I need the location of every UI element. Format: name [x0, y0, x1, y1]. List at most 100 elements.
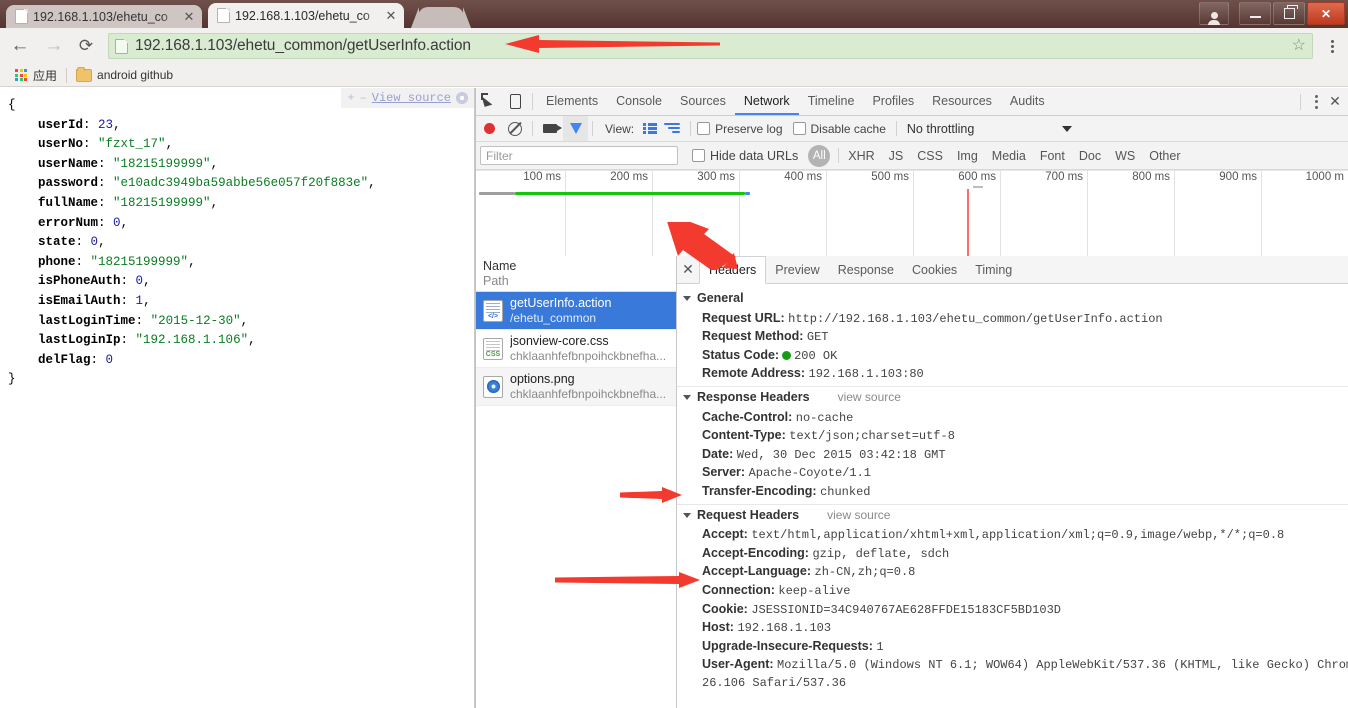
header-row: Status Code: 200 OK: [677, 347, 1348, 366]
bookmark-android-github[interactable]: android github: [69, 66, 180, 85]
bookmark-star-icon[interactable]: ☆: [1292, 38, 1306, 54]
filter-type-css[interactable]: CSS: [910, 149, 950, 163]
device-toolbar-icon[interactable]: [502, 88, 528, 115]
filter-type-all[interactable]: All: [808, 144, 831, 167]
details-tab-response[interactable]: Response: [829, 256, 903, 283]
tab-network[interactable]: Network: [734, 88, 799, 115]
filter-type-other[interactable]: Other: [1142, 149, 1187, 163]
json-line: delFlag: 0: [38, 352, 114, 367]
bookmark-apps[interactable]: 应用: [8, 66, 64, 85]
disable-cache-checkbox[interactable]: Disable cache: [792, 122, 886, 136]
filter-type-js[interactable]: JS: [882, 149, 911, 163]
request-list-header[interactable]: Name Path: [476, 256, 676, 292]
new-tab-button[interactable]: [411, 7, 471, 28]
browser-tab-2[interactable]: 192.168.1.103/ehetu_co ✕: [208, 3, 404, 28]
waterfall-view-icon[interactable]: [660, 123, 684, 134]
details-tab-timing[interactable]: Timing: [966, 256, 1021, 283]
user-profile-button[interactable]: [1199, 2, 1229, 25]
headers-section: Response Headers view source Cache-Control…: [677, 385, 1348, 504]
reload-icon[interactable]: ⟳: [72, 32, 100, 60]
section-toggle[interactable]: General: [677, 288, 1348, 310]
timeline-tick-label: 700 ms: [1045, 171, 1083, 183]
devtools-close-icon[interactable]: ✕: [1325, 93, 1345, 110]
details-tab-cookies[interactable]: Cookies: [903, 256, 966, 283]
view-source-link[interactable]: View source: [372, 91, 451, 105]
throttling-dropdown[interactable]: No throttling: [901, 119, 1078, 138]
json-value: 0: [90, 235, 99, 250]
request-row-getuserinfo[interactable]: </> getUserInfo.action /ehetu_common: [476, 292, 676, 330]
forward-icon[interactable]: →: [40, 32, 68, 60]
json-line: phone: "18215199999",: [38, 254, 196, 269]
back-icon[interactable]: ←: [6, 32, 34, 60]
json-line: isPhoneAuth: 0,: [38, 274, 151, 289]
request-row-jsonview-core[interactable]: CSS jsonview-core.css chklaanhfefbnpoihc…: [476, 330, 676, 368]
header-row: Content-Type: text/json;charset=utf-8: [677, 427, 1348, 446]
address-bar[interactable]: 192.168.1.103/ehetu_common/getUserInfo.a…: [108, 33, 1313, 59]
request-path: chklaanhfefbnpoihckbnefha...: [510, 386, 667, 401]
devtools-menu-icon[interactable]: [1307, 94, 1325, 109]
details-tab-preview[interactable]: Preview: [766, 256, 828, 283]
filter-type-ws[interactable]: WS: [1108, 149, 1142, 163]
network-overview-timeline[interactable]: 100 ms 200 ms 300 ms 400 ms 500 ms 600 ms 700 …: [476, 170, 1348, 259]
column-name: Name: [483, 259, 517, 273]
record-button[interactable]: [476, 123, 502, 134]
clear-button[interactable]: [502, 121, 528, 136]
page-info-icon[interactable]: [115, 38, 128, 54]
filter-toggle-button[interactable]: [563, 116, 588, 141]
json-brace: {: [8, 98, 16, 112]
tab-timeline[interactable]: Timeline: [799, 88, 864, 115]
json-key: isPhoneAuth: [38, 274, 121, 289]
list-view-icon[interactable]: [640, 123, 660, 134]
column-path: Path: [483, 274, 509, 288]
tab-favicon-icon: [217, 8, 230, 23]
expand-all-icon[interactable]: +: [347, 91, 354, 105]
filter-type-img[interactable]: Img: [950, 149, 985, 163]
filter-input[interactable]: [480, 146, 678, 165]
json-key: phone: [38, 254, 76, 269]
json-key: password: [38, 176, 99, 191]
triangle-down-icon: [683, 296, 691, 302]
tab-console[interactable]: Console: [607, 88, 671, 115]
request-path: chklaanhfefbnpoihckbnefha...: [510, 348, 667, 363]
hide-data-urls-checkbox[interactable]: Hide data URLs: [692, 149, 798, 163]
collapse-all-icon[interactable]: –: [360, 91, 367, 105]
filter-type-font[interactable]: Font: [1033, 149, 1072, 163]
chrome-menu-icon[interactable]: [1321, 32, 1343, 60]
view-source-link[interactable]: view source: [838, 389, 901, 407]
tab-audits[interactable]: Audits: [1001, 88, 1054, 115]
header-name: Host:: [702, 620, 734, 635]
header-name: Upgrade-Insecure-Requests:: [702, 638, 873, 653]
json-key: isEmailAuth: [38, 293, 121, 308]
details-close-icon[interactable]: ✕: [677, 256, 699, 283]
devtools-tabbar-right: ✕: [1294, 88, 1348, 115]
close-button[interactable]: ✕: [1307, 2, 1345, 25]
json-key: lastLoginTime: [38, 313, 136, 328]
details-tab-headers[interactable]: Headers: [699, 256, 767, 284]
filter-type-xhr[interactable]: XHR: [841, 149, 881, 163]
minimize-button[interactable]: [1239, 2, 1271, 25]
tab-profiles[interactable]: Profiles: [863, 88, 923, 115]
filter-type-doc[interactable]: Doc: [1072, 149, 1108, 163]
checkbox-icon: [697, 122, 711, 135]
headers-section: Request Headers view source Accept: text/h…: [677, 503, 1348, 695]
tab-sources[interactable]: Sources: [671, 88, 735, 115]
filter-type-media[interactable]: Media: [985, 149, 1033, 163]
json-line: userNo: "fzxt_17",: [38, 137, 174, 152]
section-toggle[interactable]: Request Headers view source: [677, 503, 1348, 527]
preserve-log-checkbox[interactable]: Preserve log: [697, 122, 783, 136]
inspect-element-icon[interactable]: [476, 88, 502, 115]
waterfall-icon: [664, 123, 681, 134]
tab-elements[interactable]: Elements: [537, 88, 607, 115]
gear-icon[interactable]: [456, 92, 468, 104]
section-toggle[interactable]: Response Headers view source: [677, 385, 1348, 409]
browser-tab-1[interactable]: 192.168.1.103/ehetu_co ✕: [6, 5, 202, 28]
tab-close-icon[interactable]: ✕: [384, 8, 398, 23]
view-source-link[interactable]: view source: [827, 507, 890, 525]
tab-resources[interactable]: Resources: [923, 88, 1001, 115]
tab-close-icon[interactable]: ✕: [182, 9, 196, 24]
timeline-tick: 300 ms: [653, 170, 740, 258]
header-row: Cookie: JSESSIONID=34C940767AE628FFDE151…: [677, 601, 1348, 620]
request-row-options-png[interactable]: options.png chklaanhfefbnpoihckbnefha...: [476, 368, 676, 406]
maximize-button[interactable]: [1273, 2, 1305, 25]
capture-screenshots-icon[interactable]: [537, 124, 563, 133]
